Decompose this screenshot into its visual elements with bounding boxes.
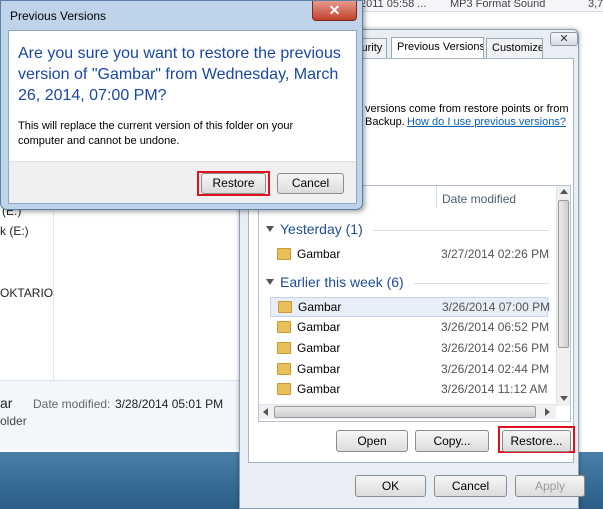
list-item[interactable]: Gambar 3/26/2014 06:52 PM	[270, 318, 550, 338]
dialog-heading: Are you sure you want to restore the pre…	[18, 45, 341, 104]
scrollbar-thumb[interactable]	[558, 200, 569, 348]
collapse-arrow-icon[interactable]	[266, 279, 274, 285]
details-date-value: 3/28/2014 05:01 PM	[115, 397, 224, 411]
list-item[interactable]: Gambar 3/26/2014 02:56 PM	[270, 339, 550, 359]
help-link[interactable]: How do I use previous versions?	[407, 116, 566, 128]
folder-icon	[277, 321, 291, 333]
scrollbar-thumb[interactable]	[274, 406, 536, 418]
dialog-message: This will replace the current version of…	[18, 120, 294, 147]
group-divider	[414, 283, 549, 284]
details-name: ar	[0, 395, 13, 411]
vertical-scrollbar[interactable]	[556, 186, 570, 406]
item-name: Gambar	[298, 300, 342, 314]
item-name: Gambar	[297, 341, 341, 355]
folder-icon	[277, 383, 291, 395]
ok-button[interactable]: OK	[355, 475, 426, 497]
list-item[interactable]: Gambar 3/26/2014 11:12 AM	[270, 380, 548, 400]
item-date: 3/26/2014 02:44 PM	[441, 362, 550, 376]
group-divider	[373, 230, 549, 231]
column-divider	[436, 186, 437, 208]
scroll-up-icon[interactable]	[560, 189, 568, 194]
close-icon[interactable]: ✕	[312, 1, 357, 21]
file-type-fragment: MP3 Format Sound	[450, 0, 546, 10]
folder-icon	[277, 342, 291, 354]
restore-button[interactable]: Restore...	[502, 430, 571, 452]
confirm-restore-button[interactable]: Restore	[201, 173, 266, 194]
item-name: Gambar	[297, 362, 341, 376]
intro-text-line2: Backup.	[365, 116, 405, 128]
details-type: older	[0, 414, 27, 428]
item-date: 3/27/2014 02:26 PM	[441, 247, 550, 261]
nav-item-oktario[interactable]: OKTARIO	[0, 286, 53, 300]
item-name: Gambar	[297, 382, 341, 396]
group-header-earlier-this-week[interactable]: Earlier this week (6)	[280, 274, 404, 290]
item-date: 3/26/2014 11:12 AM	[441, 382, 548, 396]
copy-button[interactable]: Copy...	[415, 430, 489, 452]
collapse-arrow-icon[interactable]	[266, 226, 274, 232]
tab-previous-versions[interactable]: Previous Versions	[391, 37, 484, 59]
scroll-right-icon[interactable]	[545, 408, 550, 416]
taskbar	[0, 452, 240, 509]
nav-item-drive-e-2[interactable]: k (E:)	[0, 224, 29, 238]
list-item-selected[interactable]: Gambar 3/26/2014 07:00 PM	[270, 297, 551, 317]
item-date: 3/26/2014 06:52 PM	[441, 320, 550, 334]
file-size-fragment: 3,7	[588, 0, 603, 10]
item-date: 3/26/2014 02:56 PM	[441, 341, 550, 355]
intro-text-line1: versions come from restore points or fro…	[365, 103, 569, 115]
cancel-button[interactable]: Cancel	[434, 475, 507, 497]
scroll-down-icon[interactable]	[560, 396, 568, 401]
folder-icon	[277, 363, 291, 375]
item-name: Gambar	[297, 320, 341, 334]
item-date: 3/26/2014 07:00 PM	[442, 300, 551, 314]
dialog-cancel-button[interactable]: Cancel	[277, 173, 344, 194]
list-item[interactable]: Gambar 3/26/2014 02:44 PM	[270, 360, 550, 380]
folder-icon	[277, 248, 291, 260]
open-button[interactable]: Open	[336, 430, 408, 452]
tab-customize[interactable]: Customize	[486, 38, 543, 58]
close-icon[interactable]: ✕	[550, 32, 578, 46]
details-pane: ar Date modified: 3/28/2014 05:01 PM old…	[0, 380, 240, 450]
scroll-left-icon[interactable]	[263, 408, 268, 416]
folder-icon	[278, 301, 292, 313]
list-item[interactable]: Gambar 3/27/2014 02:26 PM	[270, 245, 550, 265]
file-date-fragment: 2011 05:58 ...	[360, 0, 427, 10]
apply-button[interactable]: Apply	[515, 475, 585, 497]
dialog-title: Previous Versions	[10, 9, 107, 23]
column-header-date-modified[interactable]: Date modified	[442, 192, 516, 206]
details-date-label: Date modified:	[33, 397, 111, 411]
group-header-yesterday[interactable]: Yesterday (1)	[280, 221, 363, 237]
horizontal-scrollbar[interactable]	[259, 404, 556, 419]
item-name: Gambar	[297, 247, 341, 261]
